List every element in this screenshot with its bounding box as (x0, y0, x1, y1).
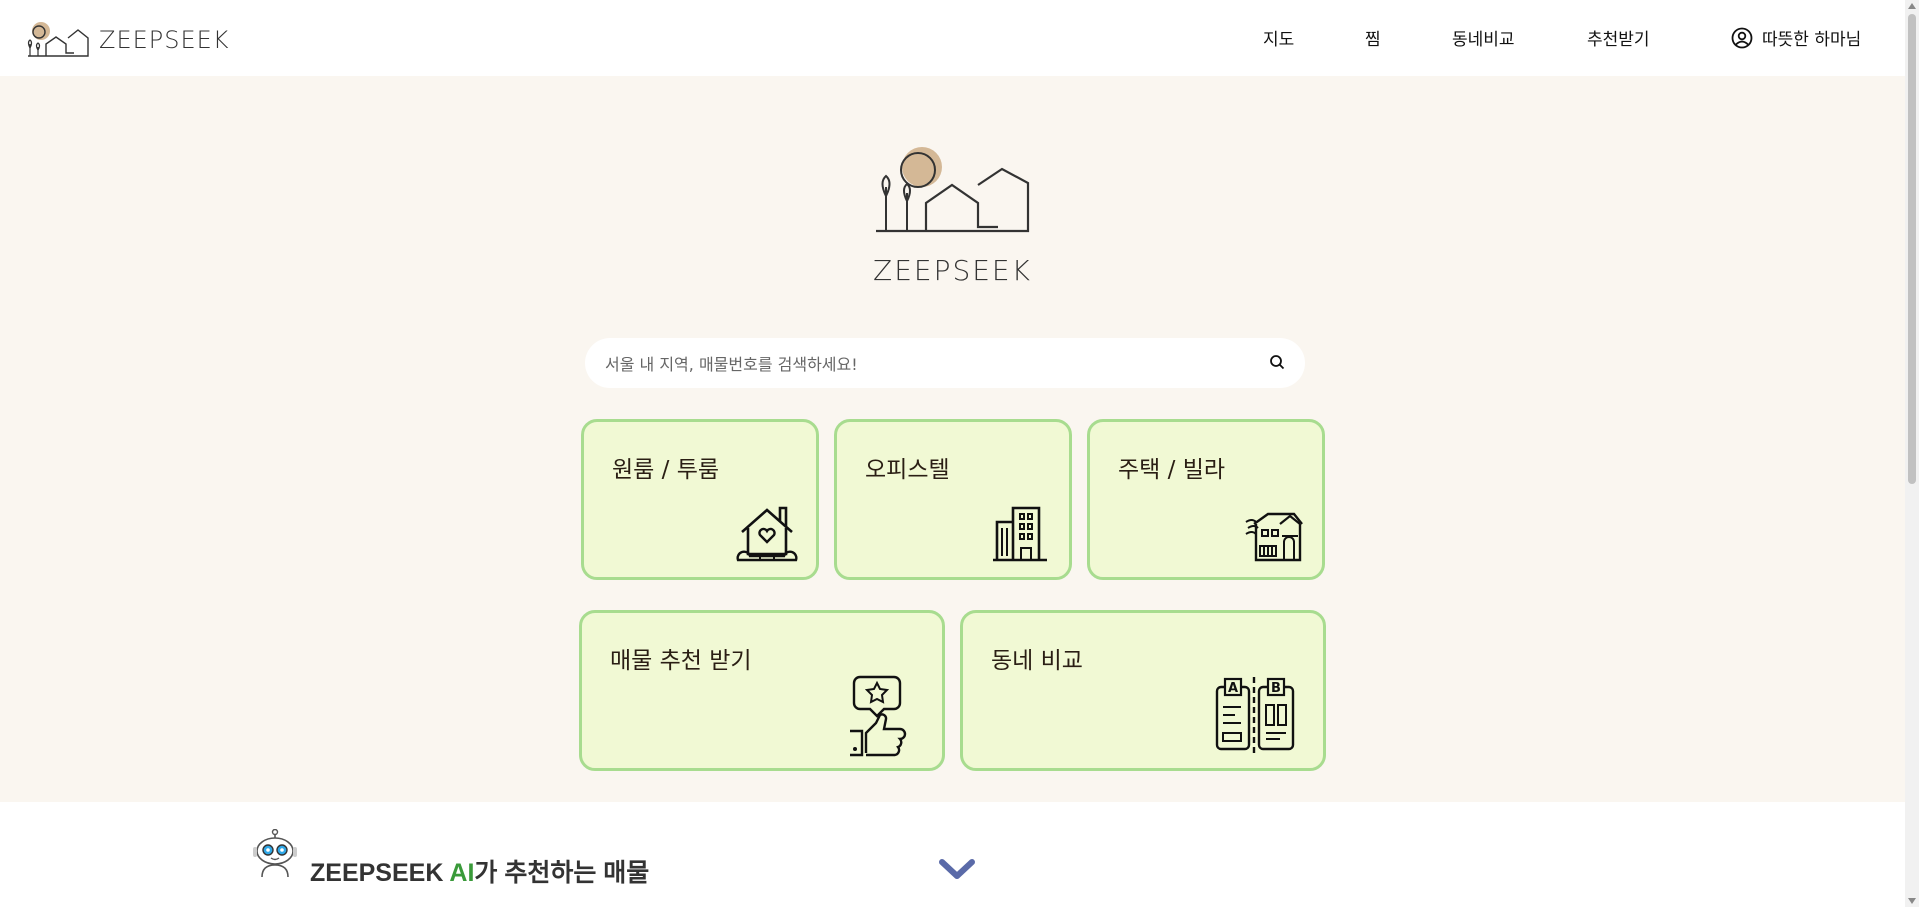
nav-map[interactable]: 지도 (1263, 25, 1294, 50)
hero-house-logo-icon (876, 147, 1030, 233)
card-label: 동네 비교 (991, 648, 1083, 674)
office-building-icon (993, 506, 1047, 562)
nav-neighborhood-compare[interactable]: 동네비교 (1452, 25, 1515, 50)
svg-text:A: A (1228, 681, 1238, 696)
villa-house-icon (1245, 512, 1303, 562)
page-scrollbar[interactable] (1905, 0, 1919, 907)
svg-text:B: B (1271, 681, 1281, 696)
nav-favorites[interactable]: 찜 (1365, 25, 1381, 50)
header-logo[interactable]: ZEEPSEEK (26, 20, 230, 60)
scroll-up-arrow-icon[interactable] (1908, 3, 1916, 9)
title-ai: AI (449, 859, 475, 887)
house-heart-icon (736, 506, 798, 562)
house-logo-icon (27, 22, 89, 57)
search-button[interactable] (1269, 354, 1285, 374)
card-house-villa[interactable]: 주택 / 빌라 (1087, 419, 1325, 580)
card-label: 원룸 / 투룸 (612, 457, 720, 483)
hero-brand: ZEEPSEEK (873, 254, 1032, 287)
scroll-down-arrow-icon[interactable] (1908, 898, 1916, 904)
header-brand: ZEEPSEEK (99, 26, 230, 54)
card-label: 오피스텔 (865, 457, 950, 483)
thumbs-up-star-icon (850, 675, 907, 757)
title-suffix: 가 추천하는 매물 (474, 859, 650, 887)
card-neighborhood-compare[interactable]: 동네 비교 A B (960, 610, 1326, 771)
card-officetel[interactable]: 오피스텔 (834, 419, 1072, 580)
nav-recommend[interactable]: 추천받기 (1587, 25, 1650, 50)
search-bar (585, 338, 1305, 390)
title-prefix: ZEEPSEEK (310, 859, 450, 887)
compare-ab-icon: A B (1215, 677, 1295, 755)
search-input[interactable] (603, 338, 1247, 390)
card-label: 매물 추천 받기 (610, 648, 752, 674)
ai-recommend-title: ZEEPSEEK AI가 추천하는 매물 (310, 853, 649, 889)
card-label: 주택 / 빌라 (1118, 457, 1226, 483)
user-menu[interactable]: 따뜻한 하마님 (1731, 25, 1861, 50)
card-oneroom-tworoom[interactable]: 원룸 / 투룸 (581, 419, 819, 580)
robot-icon (253, 829, 297, 878)
card-recommend-property[interactable]: 매물 추천 받기 (579, 610, 945, 771)
search-icon (1270, 355, 1285, 370)
chevron-down-icon[interactable] (938, 857, 976, 881)
user-circle-icon (1731, 27, 1753, 48)
scrollbar-thumb[interactable] (1908, 14, 1916, 484)
top-header: ZEEPSEEK 지도 찜 동네비교 추천받기 따뜻한 하마님 (0, 0, 1905, 76)
user-name: 따뜻한 하마님 (1762, 30, 1862, 50)
